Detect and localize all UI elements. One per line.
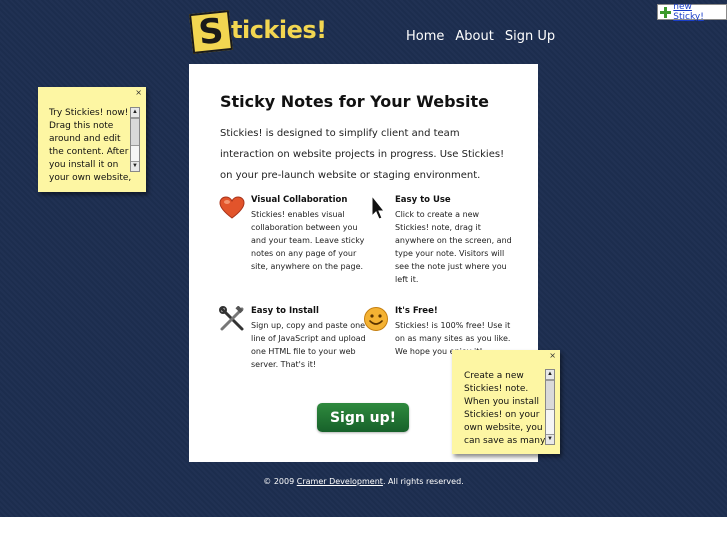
scroll-thumb[interactable] bbox=[131, 118, 139, 146]
nav-sign-up[interactable]: Sign Up bbox=[505, 29, 555, 47]
feature-title: Easy to Install bbox=[251, 306, 319, 316]
feature-title: Visual Collaboration bbox=[251, 195, 348, 205]
feature-easy-to-install: Easy to Install Sign up, copy and paste … bbox=[219, 306, 371, 371]
feature-title: It's Free! bbox=[395, 306, 438, 316]
feature-title: Easy to Use bbox=[395, 195, 451, 205]
heart-icon bbox=[219, 196, 245, 219]
sticky-note-text[interactable]: Try Stickies! now! Drag this note around… bbox=[49, 107, 133, 187]
feature-visual-collaboration: Visual Collaboration Stickies! enables v… bbox=[219, 195, 371, 273]
main-nav: Home About Sign Up bbox=[406, 29, 555, 47]
scroll-up-icon[interactable]: ▲ bbox=[546, 370, 554, 380]
sign-up-button[interactable]: Sign up! bbox=[317, 403, 409, 432]
sticky-note[interactable]: × Try Stickies! now! Drag this note arou… bbox=[38, 87, 146, 192]
close-icon[interactable]: × bbox=[549, 351, 556, 360]
new-sticky-button[interactable]: new Sticky! bbox=[657, 2, 727, 22]
sticky-scrollbar[interactable]: ▲ ▼ bbox=[545, 369, 555, 445]
logo-word: tickies! bbox=[231, 16, 327, 44]
smiley-icon bbox=[364, 307, 388, 331]
cursor-icon bbox=[371, 195, 386, 220]
logo-tile: S bbox=[189, 10, 233, 54]
stickies-logo[interactable]: S tickies! bbox=[189, 10, 327, 55]
feature-body: Stickies! enables visual collaboration b… bbox=[251, 210, 365, 271]
scroll-down-icon[interactable]: ▼ bbox=[546, 434, 554, 444]
feature-body: Sign up, copy and paste one line of Java… bbox=[251, 321, 366, 369]
scroll-down-icon[interactable]: ▼ bbox=[131, 161, 139, 171]
footer-suffix: . All rights reserved. bbox=[382, 477, 464, 486]
tools-icon bbox=[219, 306, 244, 331]
page-title: Sticky Notes for Your Website bbox=[220, 92, 490, 111]
sticky-scrollbar[interactable]: ▲ ▼ bbox=[130, 107, 140, 172]
nav-home[interactable]: Home bbox=[406, 29, 444, 47]
close-icon[interactable]: × bbox=[135, 88, 142, 97]
scroll-up-icon[interactable]: ▲ bbox=[131, 108, 139, 118]
sticky-note[interactable]: × Create a new Stickies! note. When you … bbox=[452, 350, 560, 454]
nav-about[interactable]: About bbox=[455, 29, 493, 47]
footer: © 2009 Cramer Development. All rights re… bbox=[0, 477, 727, 486]
scroll-thumb[interactable] bbox=[546, 380, 554, 410]
intro-text: Stickies! is designed to simplify client… bbox=[220, 128, 505, 181]
footer-prefix: © 2009 bbox=[263, 477, 297, 486]
plus-icon bbox=[660, 6, 672, 18]
feature-easy-to-use: Easy to Use Click to create a new Sticki… bbox=[371, 195, 515, 286]
footer-company-link[interactable]: Cramer Development bbox=[297, 477, 383, 486]
new-sticky-label: new Sticky! bbox=[673, 2, 704, 22]
sticky-note-text[interactable]: Create a new Stickies! note. When you in… bbox=[464, 370, 550, 450]
feature-body: Click to create a new Stickies! note, dr… bbox=[395, 210, 512, 284]
